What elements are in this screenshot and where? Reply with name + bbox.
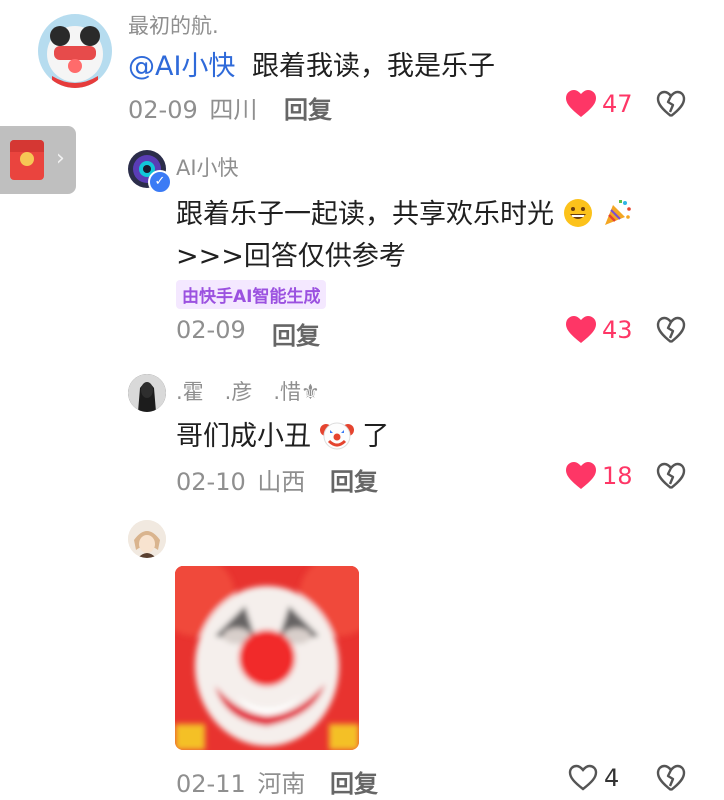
like-button[interactable]: 18 bbox=[566, 462, 633, 490]
grinning-face-emoji bbox=[563, 198, 593, 230]
reply-text-body: 哥们成小丑 bbox=[176, 421, 311, 452]
reply-text-line: 跟着乐子一起读，共享欢乐时光 bbox=[176, 199, 554, 230]
like-count: 43 bbox=[602, 316, 633, 344]
reply-meta: 02-11 河南 bbox=[176, 764, 305, 799]
reply-meta: 02-10 山西 bbox=[176, 462, 305, 497]
dislike-button[interactable] bbox=[656, 764, 686, 796]
reply-date: 02-11 bbox=[176, 770, 246, 798]
like-button[interactable]: 4 bbox=[568, 764, 619, 792]
like-count: 47 bbox=[602, 90, 633, 118]
reply-button[interactable]: 回复 bbox=[330, 764, 378, 799]
reply-text: 跟着乐子一起读，共享欢乐时光 bbox=[176, 192, 633, 231]
avatar[interactable] bbox=[128, 520, 166, 558]
ai-generated-badge: 由快手AI智能生成 bbox=[176, 280, 327, 309]
reply-item: 02-11 河南 回复 4 bbox=[0, 510, 724, 800]
clown-face-emoji bbox=[319, 418, 354, 452]
reply-text: 哥们成小丑 了 bbox=[176, 414, 389, 453]
heart-icon bbox=[566, 90, 596, 117]
heart-icon bbox=[566, 316, 596, 343]
comment-meta: 02-09 四川 bbox=[128, 90, 257, 125]
comment-text-body: 跟着我读，我是乐子 bbox=[252, 51, 496, 82]
reply-item: .霍 .彦 .惜⚜ 哥们成小丑 了 02-10 山西 回复 18 bbox=[0, 360, 724, 510]
mention-link[interactable]: @AI小快 bbox=[128, 51, 235, 82]
party-popper-emoji bbox=[601, 197, 633, 230]
dislike-button[interactable] bbox=[656, 316, 686, 348]
broken-heart-icon bbox=[656, 764, 686, 791]
comment-date: 02-09 bbox=[128, 96, 198, 124]
like-count: 4 bbox=[604, 764, 620, 792]
verified-badge-icon: ✓ bbox=[148, 170, 172, 194]
clown-image[interactable] bbox=[175, 566, 359, 750]
reply-button[interactable]: 回复 bbox=[272, 316, 320, 351]
reply-date: 02-10 bbox=[176, 468, 246, 496]
reply-text-body: 了 bbox=[362, 421, 390, 452]
dislike-button[interactable] bbox=[656, 462, 686, 494]
avatar[interactable] bbox=[128, 374, 166, 412]
reply-username[interactable]: AI小快 bbox=[176, 152, 239, 182]
like-count: 18 bbox=[602, 462, 633, 490]
heart-outline-icon bbox=[568, 764, 598, 791]
comment-username[interactable]: 最初的航. bbox=[128, 10, 219, 40]
broken-heart-icon bbox=[656, 316, 686, 343]
comment-location: 四川 bbox=[209, 96, 258, 124]
comment-text: @AI小快 跟着我读，我是乐子 bbox=[128, 44, 495, 83]
like-button[interactable]: 43 bbox=[566, 316, 633, 344]
reply-location: 山西 bbox=[257, 468, 306, 496]
reply-item: ✓ AI小快 跟着乐子一起读，共享欢乐时光 >>>回答仅供参考 由快手AI智能生… bbox=[0, 140, 724, 360]
reply-date: 02-09 bbox=[176, 316, 246, 344]
comment-item: 最初的航. @AI小快 跟着我读，我是乐子 02-09 四川 回复 47 bbox=[0, 0, 724, 140]
heart-icon bbox=[566, 462, 596, 489]
reply-button[interactable]: 回复 bbox=[330, 462, 378, 497]
like-button[interactable]: 47 bbox=[566, 90, 633, 118]
dislike-button[interactable] bbox=[656, 90, 686, 122]
reply-text-line: >>>回答仅供参考 bbox=[176, 241, 406, 272]
avatar[interactable] bbox=[38, 14, 112, 88]
reply-button[interactable]: 回复 bbox=[284, 90, 332, 125]
reply-username[interactable]: .霍 .彦 .惜⚜ bbox=[176, 376, 320, 406]
broken-heart-icon bbox=[656, 462, 686, 489]
reply-location: 河南 bbox=[257, 770, 306, 798]
broken-heart-icon bbox=[656, 90, 686, 117]
